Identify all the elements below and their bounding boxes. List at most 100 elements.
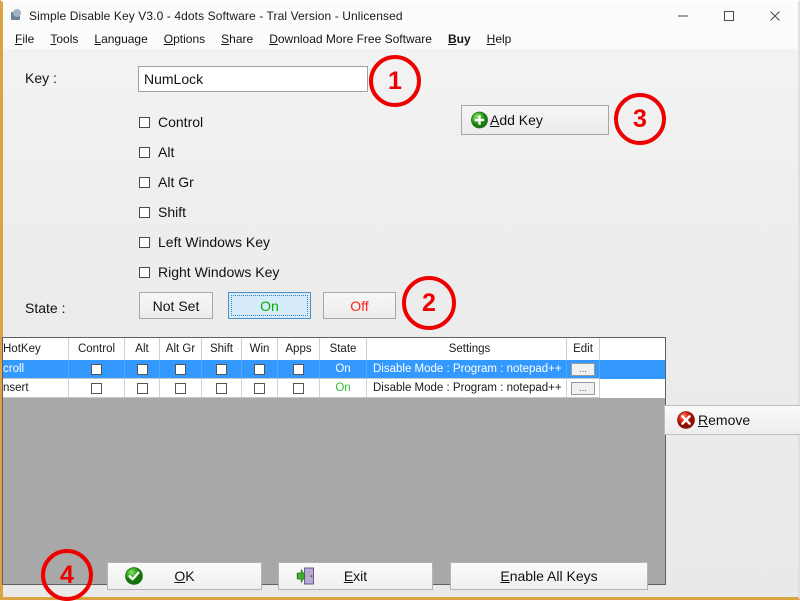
state-button-off[interactable]: Off (323, 292, 396, 319)
menu-item-share[interactable]: Share (213, 30, 261, 48)
modifier-label: Alt (158, 144, 175, 160)
grid-header-state[interactable]: State (320, 338, 367, 360)
annotation-marker-3: 3 (614, 93, 666, 145)
app-keyboard-icon (9, 8, 23, 23)
cell-win[interactable] (242, 360, 278, 379)
menu-item-file[interactable]: File (7, 30, 42, 48)
cell-shift[interactable] (202, 360, 242, 379)
modifier-right-windows-key[interactable]: Right Windows Key (139, 257, 279, 287)
main-content: Key : Control Alt Alt Gr Shift Left Wind… (2, 49, 800, 597)
window-title: Simple Disable Key V3.0 - 4dots Software… (29, 8, 403, 23)
cell-state: On (320, 360, 367, 379)
modifier-alt[interactable]: Alt (139, 137, 279, 167)
modifier-left-windows-key[interactable]: Left Windows Key (139, 227, 279, 257)
row-checkbox-apps[interactable] (293, 382, 304, 394)
edit-button[interactable]: ... (571, 362, 595, 376)
add-key-button[interactable]: Add Key (461, 105, 609, 135)
table-row[interactable]: croll On Disable Mode : Program : notepa… (3, 360, 665, 379)
row-checkbox-alt-gr[interactable] (175, 382, 186, 394)
cell-alt-gr[interactable] (160, 360, 202, 379)
grid-header-win[interactable]: Win (242, 338, 278, 360)
row-checkbox-control[interactable] (91, 363, 102, 375)
row-checkbox-alt[interactable] (136, 382, 148, 394)
row-checkbox-win[interactable] (254, 363, 265, 375)
row-checkbox-alt-gr[interactable] (175, 363, 186, 375)
grid-header-settings[interactable]: Settings (367, 338, 567, 360)
table-row[interactable]: nsert On Disable Mode : Program : notepa… (3, 379, 665, 398)
window-controls (660, 2, 798, 29)
cell-control[interactable] (69, 360, 125, 379)
remove-button[interactable]: Remove (664, 405, 800, 435)
row-checkbox-shift[interactable] (216, 382, 227, 394)
edit-button[interactable]: ... (571, 381, 595, 395)
checkbox-right-windows-key[interactable] (139, 266, 150, 278)
cell-shift[interactable] (202, 379, 242, 398)
exit-door-icon (296, 567, 315, 586)
add-key-label: Add Key (490, 112, 543, 128)
row-checkbox-win[interactable] (254, 382, 265, 394)
grid-header-hotkey[interactable]: HotKey (3, 338, 69, 360)
menu-item-language[interactable]: Language (86, 30, 155, 48)
row-checkbox-shift[interactable] (216, 363, 227, 375)
key-input[interactable] (138, 66, 368, 92)
modifier-label: Alt Gr (158, 174, 194, 190)
hotkey-grid[interactable]: HotKey Control Alt Alt Gr Shift Win Apps… (2, 337, 666, 585)
cell-apps[interactable] (278, 360, 320, 379)
green-check-icon (125, 567, 143, 585)
cell-apps[interactable] (278, 379, 320, 398)
modifier-shift[interactable]: Shift (139, 197, 279, 227)
annotation-marker-2: 2 (402, 276, 456, 330)
grid-header-apps[interactable]: Apps (278, 338, 320, 360)
row-checkbox-control[interactable] (91, 382, 102, 394)
row-checkbox-apps[interactable] (293, 363, 304, 375)
cell-settings: Disable Mode : Program : notepad++ (367, 379, 567, 398)
cell-edit[interactable]: ... (567, 379, 600, 398)
row-checkbox-alt[interactable] (136, 363, 148, 375)
checkbox-alt-gr[interactable] (139, 176, 150, 188)
menu-item-help[interactable]: Help (479, 30, 520, 48)
minimize-icon[interactable] (660, 2, 706, 29)
cell-alt-gr[interactable] (160, 379, 202, 398)
enable-all-keys-label: Enable All Keys (500, 568, 598, 584)
cell-win[interactable] (242, 379, 278, 398)
cell-alt[interactable] (125, 360, 160, 379)
grid-header-edit[interactable]: Edit (567, 338, 600, 360)
cell-hotkey: nsert (3, 379, 69, 398)
exit-button[interactable]: Exit (278, 562, 433, 590)
exit-label: Exit (343, 568, 368, 584)
state-button-not-set[interactable]: Not Set (139, 292, 213, 319)
cell-alt[interactable] (125, 379, 160, 398)
annotation-marker-4: 4 (41, 549, 93, 601)
modifier-label: Left Windows Key (158, 234, 271, 250)
maximize-icon[interactable] (706, 2, 752, 29)
modifier-label: Control (158, 114, 204, 130)
enable-all-keys-button[interactable]: Enable All Keys (450, 562, 648, 590)
checkbox-shift[interactable] (139, 206, 150, 218)
checkbox-alt[interactable] (139, 146, 150, 158)
red-x-circle-icon (677, 411, 695, 429)
cell-state: On (320, 379, 367, 398)
grid-header-row: HotKey Control Alt Alt Gr Shift Win Apps… (3, 338, 665, 360)
remove-label: Remove (698, 412, 751, 428)
menu-item-buy[interactable]: Buy (440, 30, 479, 48)
modifier-control[interactable]: Control (139, 107, 279, 137)
cell-edit[interactable]: ... (567, 360, 600, 379)
menu-item-tools[interactable]: Tools (42, 30, 86, 48)
grid-header-control[interactable]: Control (69, 338, 125, 360)
cell-hotkey: croll (3, 360, 69, 379)
state-button-on[interactable]: On (228, 292, 311, 319)
grid-header-alt[interactable]: Alt (125, 338, 160, 360)
grid-header-alt-gr[interactable]: Alt Gr (160, 338, 202, 360)
menu-item-download-more-free-software[interactable]: Download More Free Software (261, 30, 440, 48)
close-icon[interactable] (752, 2, 798, 29)
key-label: Key : (25, 70, 57, 86)
menu-bar: File Tools Language Options Share Downlo… (3, 29, 798, 49)
cell-control[interactable] (69, 379, 125, 398)
ok-button[interactable]: OK (107, 562, 262, 590)
ok-label: OK (174, 568, 195, 584)
checkbox-control[interactable] (139, 116, 150, 128)
menu-item-options[interactable]: Options (156, 30, 213, 48)
grid-header-shift[interactable]: Shift (202, 338, 242, 360)
modifier-alt-gr[interactable]: Alt Gr (139, 167, 279, 197)
checkbox-left-windows-key[interactable] (139, 236, 150, 248)
